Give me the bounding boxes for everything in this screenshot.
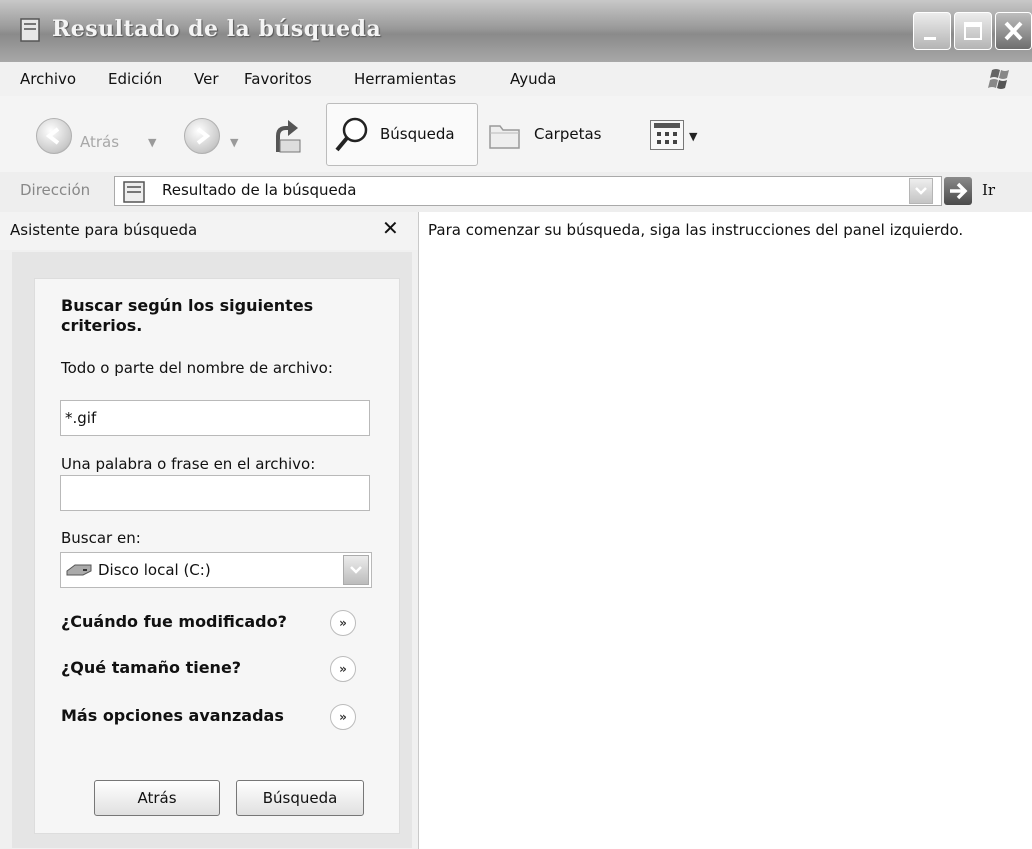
views-dropdown-icon[interactable]: ▼ [689,130,697,143]
lookin-value: Disco local (C:) [98,561,211,579]
expand-more-options-icon[interactable]: » [330,704,356,730]
expand-what-size-icon[interactable]: » [330,656,356,682]
address-dropdown-button[interactable] [909,178,933,204]
phrase-input[interactable] [60,475,370,511]
maximize-button[interactable] [954,12,992,50]
views-grid-icon [654,123,680,144]
up-folder-icon[interactable] [272,112,308,156]
lookin-dropdown-button[interactable] [343,555,369,585]
search-results-icon [20,18,40,42]
close-icon [1004,21,1023,41]
filename-input[interactable]: *.gif [60,400,370,436]
chevron-down-icon [350,566,362,574]
windows-logo-icon [988,69,1009,89]
chevron-down-icon [915,187,927,195]
menu-archivo[interactable]: Archivo [20,70,76,88]
go-button[interactable] [944,177,972,205]
back-button[interactable] [36,118,72,154]
forward-arrow-icon [196,127,211,145]
address-page-icon [123,181,145,203]
search-submit-button[interactable]: Búsqueda [236,780,364,816]
expand-when-modified-icon[interactable]: » [330,610,356,636]
filename-label: Todo o parte del nombre de archivo: [61,359,333,377]
results-pane [419,212,1032,849]
close-pane-icon[interactable]: ✕ [382,216,399,240]
maximize-icon [964,22,982,40]
close-button[interactable] [995,12,1032,50]
explorer-window: Resultado de la búsqueda Archivo Edición… [0,0,1032,849]
menu-herramientas[interactable]: Herramientas [354,70,456,88]
back-label: Atrás [80,133,120,151]
lookin-label: Buscar en: [61,529,141,547]
forward-history-dropdown-icon[interactable]: ▼ [230,136,238,149]
results-instructions: Para comenzar su búsqueda, siga las inst… [428,221,964,239]
back-history-dropdown-icon[interactable]: ▼ [148,136,156,149]
search-criteria-heading: Buscar según los siguientes criterios. [61,296,314,335]
address-label: Dirección [20,181,91,199]
when-modified-link[interactable]: ¿Cuándo fue modificado? [61,612,287,631]
go-label[interactable]: Ir [982,181,995,199]
search-pane-title: Asistente para búsqueda [10,221,198,239]
phrase-label: Una palabra o frase en el archivo: [61,455,316,473]
menu-favoritos[interactable]: Favoritos [244,70,312,88]
minimize-button[interactable] [913,12,951,50]
hard-drive-icon [66,564,92,576]
more-options-link[interactable]: Más opciones avanzadas [61,706,284,725]
go-arrow-icon [950,182,968,200]
minimize-icon [924,37,936,40]
window-title: Resultado de la búsqueda [52,16,382,42]
folders-icon [489,125,520,149]
menu-ver[interactable]: Ver [194,70,219,88]
back-search-button[interactable]: Atrás [94,780,220,816]
back-arrow-icon [45,127,60,145]
address-value[interactable]: Resultado de la búsqueda [162,181,356,199]
what-size-link[interactable]: ¿Qué tamaño tiene? [61,658,241,677]
folders-toolbar-button[interactable]: Carpetas [534,125,601,143]
search-toolbar-label: Búsqueda [380,125,455,143]
menu-ayuda[interactable]: Ayuda [510,70,556,88]
magnifier-icon [335,117,368,152]
forward-button[interactable] [184,118,220,154]
menu-edicion[interactable]: Edición [108,70,162,88]
views-button[interactable] [650,120,684,150]
